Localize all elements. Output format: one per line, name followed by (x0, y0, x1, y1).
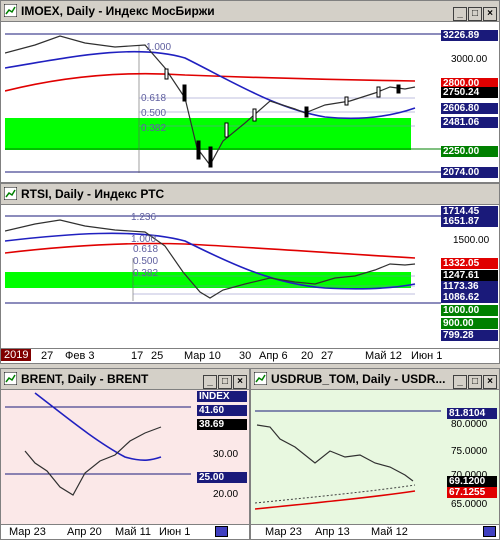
x-tick: Июн 1 (411, 350, 443, 362)
x-tick: Май 11 (115, 526, 152, 538)
x-tick: Апр 13 (315, 526, 350, 538)
x-tick: 27 (41, 350, 54, 362)
chart-icon (4, 187, 17, 200)
scroll-right-button[interactable] (215, 526, 228, 537)
imoex-price-tag: 3226.89 (441, 30, 498, 41)
rtsi-title: RTSI, Daily - Индекс РТС (21, 187, 165, 201)
usdrub-title: USDRUB_TOM, Daily - USDR... (271, 372, 446, 386)
imoex-ma-long (5, 72, 416, 92)
imoex-fib-382: 0.382 (141, 123, 167, 134)
usdrub-axis-label: 75.0000 (451, 446, 488, 457)
x-tick: 30 (239, 350, 252, 362)
usdrub-axis-label: 80.0000 (451, 419, 488, 430)
year-tag: 2019 (1, 349, 32, 361)
rtsi-price-tag: 1086.62 (441, 292, 498, 303)
rtsi-price-tag: 900.00 (441, 318, 498, 329)
minimize-button[interactable]: _ (453, 375, 467, 389)
rtsi-price-tag: 1000.00 (441, 305, 498, 316)
rtsi-price-tag: 1651.87 (441, 216, 498, 227)
imoex-title-bar[interactable]: IMOEX, Daily - Индекс МосБиржи _ □ × (1, 1, 499, 22)
rtsi-plot[interactable] (5, 206, 441, 346)
chart-icon (4, 4, 17, 17)
x-tick: Май 12 (365, 350, 402, 362)
usdrub-time-axis: Мар 23 Апр 13 Май 12 (251, 524, 499, 539)
imoex-fib-500: 0.500 (141, 108, 167, 119)
usdrub-price-tag: 81.8104 (447, 408, 497, 419)
rtsi-support-zone (5, 272, 411, 288)
close-button[interactable]: × (483, 375, 497, 389)
imoex-ma-short (5, 50, 416, 120)
maximize-button[interactable]: □ (468, 375, 482, 389)
brent-title-bar[interactable]: BRENT, Daily - BRENT _ □ × (1, 369, 249, 390)
close-button[interactable]: × (483, 7, 497, 21)
rtsi-price-tag: 1332.05 (441, 258, 498, 269)
x-tick: 27 (321, 350, 334, 362)
brent-axis-label: 30.00 (213, 449, 239, 460)
brent-price-tag: 41.60 (197, 405, 247, 416)
usdrub-ma-long (255, 490, 416, 510)
usdrub-price-tag: 67.1255 (447, 487, 497, 498)
brent-time-axis: Мар 23 Апр 20 Май 11 Июн 1 (1, 524, 249, 539)
imoex-fib-1000: 1.000 (146, 42, 172, 53)
brent-index-tag: INDEX (197, 391, 247, 402)
chart-icon (254, 372, 267, 385)
imoex-price-tag: 2250.00 (441, 146, 498, 157)
rtsi-axis-label: 1500.00 (453, 235, 490, 246)
imoex-fib-618: 0.618 (141, 93, 167, 104)
rtsi-title-bar[interactable]: RTSI, Daily - Индекс РТС (1, 184, 499, 205)
chart-icon (4, 372, 17, 385)
x-tick: Мар 23 (265, 526, 302, 538)
maximize-button[interactable]: □ (218, 375, 232, 389)
close-button[interactable]: × (233, 375, 247, 389)
brent-price-tag: 38.69 (197, 419, 247, 430)
imoex-title: IMOEX, Daily - Индекс МосБиржи (21, 4, 215, 18)
usdrub-axis-label: 65.0000 (451, 499, 488, 510)
rtsi-price-tag: 1247.61 (441, 270, 498, 281)
x-tick: Мар 23 (9, 526, 46, 538)
x-tick: 25 (151, 350, 164, 362)
usdrub-price-candles (256, 424, 414, 482)
usdrub-price-tag: 69.1200 (447, 476, 497, 487)
usdrub-title-bar[interactable]: USDRUB_TOM, Daily - USDR... _ □ × (251, 369, 499, 390)
brent-price-tag: 25.00 (197, 472, 247, 483)
rtsi-fib-500: 0.500 (133, 256, 159, 267)
imoex-axis-label: 3000.00 (451, 54, 488, 65)
imoex-chart-window[interactable]: IMOEX, Daily - Индекс МосБиржи _ □ × 1.000… (0, 0, 500, 183)
brent-ma (34, 392, 162, 461)
x-tick: Май 12 (371, 526, 408, 538)
brent-chart-window[interactable]: BRENT, Daily - BRENT _ □ × INDEX 41.60 38.… (0, 368, 250, 540)
rtsi-price-tag: 1173.36 (441, 281, 498, 292)
minimize-button[interactable]: _ (203, 375, 217, 389)
rtsi-price-tag: 799.28 (441, 330, 498, 341)
minimize-button[interactable]: _ (453, 7, 467, 21)
rtsi-ma-long (5, 242, 416, 259)
imoex-price-tag: 2074.00 (441, 167, 498, 178)
x-tick: Фев 3 (65, 350, 95, 362)
brent-plot[interactable] (5, 391, 191, 523)
brent-axis-label: 20.00 (213, 489, 239, 500)
x-tick: 17 (131, 350, 144, 362)
scroll-right-button[interactable] (483, 526, 496, 537)
rtsi-fib-618: 0.618 (133, 244, 159, 255)
usdrub-plot[interactable] (255, 391, 441, 523)
imoex-price-tag: 2481.06 (441, 117, 498, 128)
x-tick: Июн 1 (159, 526, 191, 538)
imoex-price-tag: 2606.80 (441, 103, 498, 114)
brent-title: BRENT, Daily - BRENT (21, 372, 149, 386)
x-tick: Апр 20 (67, 526, 102, 538)
imoex-plot[interactable] (5, 23, 441, 179)
rtsi-chart-window[interactable]: RTSI, Daily - Индекс РТС 1.236 1.000 0.6… (0, 183, 500, 364)
maximize-button[interactable]: □ (468, 7, 482, 21)
x-tick: Мар 10 (184, 350, 221, 362)
imoex-support-zone (5, 118, 411, 150)
rtsi-fib-382: 0.382 (133, 268, 159, 279)
rtsi-fib-1236: 1.236 (131, 212, 157, 223)
rtsi-time-axis: 2019 27 Фев 3 17 25 Мар 10 30 Апр 6 20 2… (1, 348, 499, 363)
x-tick: Апр 6 (259, 350, 288, 362)
usdrub-chart-window[interactable]: USDRUB_TOM, Daily - USDR... _ □ × 81.8104 … (250, 368, 500, 540)
x-tick: 20 (301, 350, 314, 362)
imoex-price-tag: 2750.24 (441, 87, 498, 98)
